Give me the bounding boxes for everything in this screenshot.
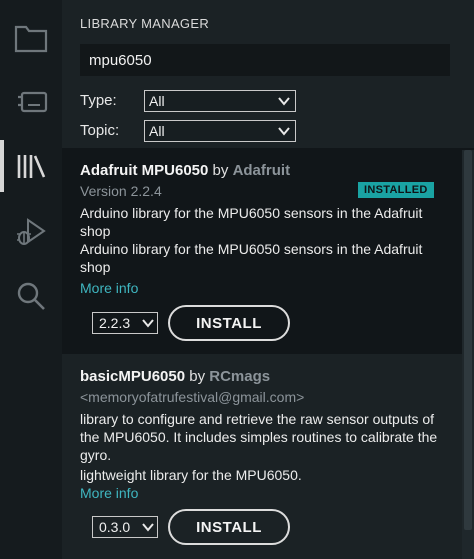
chevron-down-icon (142, 319, 154, 328)
topic-label: Topic: (80, 122, 120, 139)
chevron-down-icon (142, 523, 154, 532)
debug-button[interactable] (0, 204, 62, 260)
activity-bar (0, 0, 62, 559)
library-manager-panel: LIBRARY MANAGER Type: All Topic: All Ada… (62, 0, 474, 559)
version-select-value: 0.3.0 (99, 519, 131, 535)
library-author: Adafruit (232, 162, 291, 179)
search-button[interactable] (0, 268, 62, 324)
library-name: basicMPU6050 (80, 368, 186, 385)
topic-select[interactable]: All (144, 120, 296, 142)
library-by: by (212, 162, 229, 179)
topic-select-value: All (149, 123, 165, 139)
chevron-down-icon (278, 127, 290, 136)
more-info-link[interactable]: More info (80, 280, 138, 296)
library-author: RCmags (209, 368, 271, 385)
library-card: basicMPU6050 by RCmags <memoryofatrufest… (62, 354, 474, 559)
install-button[interactable]: INSTALL (168, 509, 290, 545)
type-label: Type: (80, 92, 117, 109)
library-by: by (189, 368, 206, 385)
debug-icon (17, 218, 46, 245)
library-title: Adafruit MPU6050 by Adafruit (80, 162, 290, 179)
version-select[interactable]: 2.2.3 (92, 312, 158, 334)
library-description: lightweight library for the MPU6050. (80, 467, 302, 483)
scrollbar[interactable] (462, 150, 474, 559)
version-select-value: 2.2.3 (99, 315, 131, 331)
board-manager-button[interactable] (0, 72, 62, 128)
type-select-value: All (149, 93, 165, 109)
type-select[interactable]: All (144, 90, 296, 112)
install-button[interactable]: INSTALL (168, 305, 290, 341)
library-title: basicMPU6050 by RCmags (80, 368, 270, 385)
library-description: library to configure and retrieve the ra… (80, 411, 438, 463)
library-card: Adafruit MPU6050 by Adafruit Version 2.2… (62, 148, 474, 354)
library-name: Adafruit MPU6050 (80, 162, 209, 179)
library-icon (17, 155, 46, 178)
installed-version: Version 2.2.4 (80, 183, 162, 199)
installed-badge: INSTALLED (358, 182, 434, 198)
more-info-link[interactable]: More info (80, 485, 138, 501)
search-input[interactable] (80, 44, 450, 76)
scrollbar-thumb[interactable] (464, 150, 472, 530)
panel-title: LIBRARY MANAGER (80, 16, 210, 31)
folder-icon (14, 25, 48, 53)
author-email: <memoryofatrufestival@gmail.com> (80, 389, 305, 405)
library-manager-button[interactable] (0, 138, 62, 194)
board-icon (18, 91, 48, 113)
library-description: Arduino library for the MPU6050 sensors … (80, 205, 423, 239)
explorer-button[interactable] (0, 10, 62, 66)
search-icon (17, 282, 45, 310)
chevron-down-icon (278, 97, 290, 106)
version-select[interactable]: 0.3.0 (92, 516, 158, 538)
library-description: Arduino library for the MPU6050 sensors … (80, 241, 423, 275)
